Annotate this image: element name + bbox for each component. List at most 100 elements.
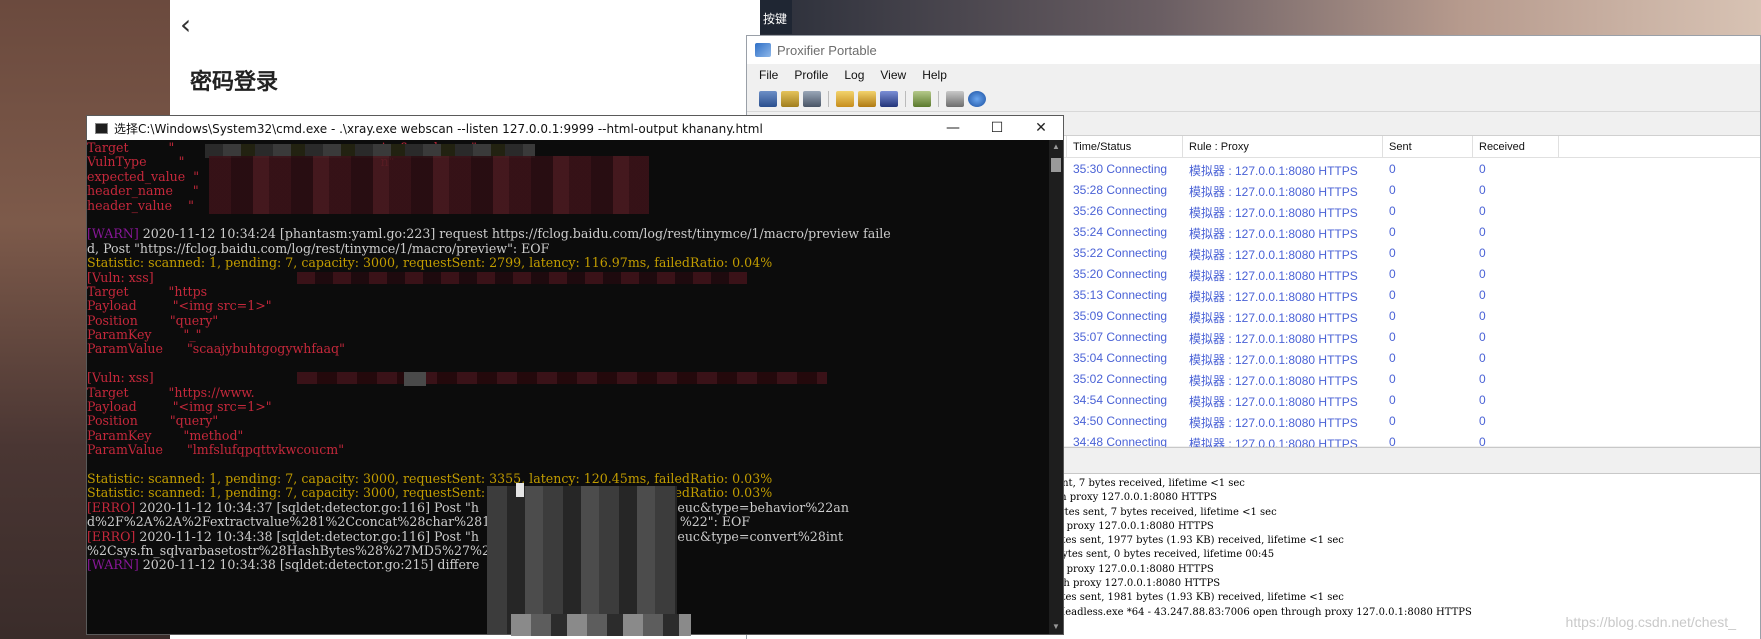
column-header-sent[interactable]: Sent bbox=[1383, 136, 1473, 157]
log-line: 156:7002 open through proxy 127.0.0.1:80… bbox=[947, 492, 1217, 504]
print-icon[interactable] bbox=[946, 90, 964, 107]
menu-profile[interactable]: Profile bbox=[794, 68, 828, 82]
log-line: .206:8080 close, 523 bytes sent, 0 bytes… bbox=[947, 549, 1275, 561]
cell-received: 0 bbox=[1479, 246, 1486, 260]
column-header-received[interactable]: Received bbox=[1473, 136, 1559, 157]
console-line: ParamKey "_" bbox=[87, 327, 202, 343]
cell-rule-proxy: 模拟器 : 127.0.0.1:8080 HTTPS bbox=[1189, 332, 1358, 346]
proxifier-titlebar[interactable]: Proxifier Portable bbox=[747, 36, 1760, 64]
console-line: Target "https bbox=[87, 283, 208, 299]
toolbar-separator bbox=[938, 90, 939, 107]
cell-received: 0 bbox=[1479, 309, 1486, 323]
cell-time-status: 34:54 Connecting bbox=[1073, 393, 1168, 407]
cell-received: 0 bbox=[1479, 330, 1486, 344]
proxifier-menubar: File Profile Log View Help bbox=[747, 64, 1760, 86]
console-line: Position "query" bbox=[87, 312, 219, 328]
page-title: 密码登录 bbox=[190, 70, 279, 95]
column-header-time-status[interactable]: Time/Status bbox=[1067, 136, 1183, 157]
statistics-icon[interactable] bbox=[803, 90, 821, 107]
console-line: Statistic: scanned: 1, pending: 7, capac… bbox=[87, 470, 773, 486]
cell-sent: 0 bbox=[1389, 183, 1396, 197]
scroll-down-icon[interactable]: ▼ bbox=[1049, 620, 1063, 634]
proxy-servers-icon[interactable] bbox=[913, 90, 931, 107]
connections-icon[interactable] bbox=[759, 90, 777, 107]
cell-rule-proxy: 模拟器 : 127.0.0.1:8080 HTTPS bbox=[1189, 185, 1358, 199]
watermark: https://blog.csdn.net/chest_ bbox=[1565, 614, 1736, 630]
cell-received: 0 bbox=[1479, 393, 1486, 407]
new-profile-icon[interactable] bbox=[836, 90, 854, 107]
console-line: Position "query" bbox=[87, 413, 219, 429]
cell-received: 0 bbox=[1479, 351, 1486, 365]
cell-time-status: 35:09 Connecting bbox=[1073, 309, 1168, 323]
minimize-button[interactable]: — bbox=[931, 116, 975, 140]
traffic-icon[interactable] bbox=[781, 90, 799, 107]
log-line: .252:443 open through proxy 127.0.0.1:80… bbox=[947, 563, 1214, 575]
proxifier-logo-icon bbox=[755, 43, 771, 57]
toolbar-separator bbox=[905, 90, 906, 107]
log-level-tag: [ERRO] bbox=[87, 499, 136, 515]
cell-time-status: 35:20 Connecting bbox=[1073, 267, 1168, 281]
cell-sent: 0 bbox=[1389, 267, 1396, 281]
window-controls: — ☐ ✕ bbox=[931, 116, 1063, 140]
cell-rule-proxy: 模拟器 : 127.0.0.1:8080 HTTPS bbox=[1189, 269, 1358, 283]
console-line: ParamKey "method" bbox=[87, 427, 244, 443]
maximize-button[interactable]: ☐ bbox=[975, 116, 1019, 140]
desktop-background-right bbox=[760, 0, 1761, 36]
scroll-thumb[interactable] bbox=[1051, 158, 1061, 172]
cell-rule-proxy: 模拟器 : 127.0.0.1:8080 HTTPS bbox=[1189, 416, 1358, 430]
cmd-titlebar[interactable]: 选择C:\Windows\System32\cmd.exe - .\xray.e… bbox=[87, 116, 1063, 140]
proxifier-toolbar bbox=[747, 86, 1760, 112]
cell-time-status: 35:07 Connecting bbox=[1073, 330, 1168, 344]
console-line: [WARN] 2020-11-12 10:34:24 [phantasm:yam… bbox=[87, 227, 1050, 241]
menu-log[interactable]: Log bbox=[844, 68, 864, 82]
scroll-up-icon[interactable]: ▲ bbox=[1049, 140, 1063, 154]
cell-received: 0 bbox=[1479, 204, 1486, 218]
cell-rule-proxy: 模拟器 : 127.0.0.1:8080 HTTPS bbox=[1189, 353, 1358, 367]
cell-received: 0 bbox=[1479, 225, 1486, 239]
menu-file[interactable]: File bbox=[759, 68, 778, 82]
redaction-mosaic bbox=[209, 156, 649, 214]
cell-time-status: 35:24 Connecting bbox=[1073, 225, 1168, 239]
console-scrollbar[interactable]: ▲ ▼ bbox=[1049, 140, 1063, 634]
console-line: ParamValue "lmfslufqpqttvkwcoucm" bbox=[87, 442, 344, 458]
cell-received: 0 bbox=[1479, 288, 1486, 302]
redaction-mosaic bbox=[297, 272, 747, 284]
redaction-mosaic bbox=[487, 486, 677, 634]
menu-view[interactable]: View bbox=[880, 68, 906, 82]
log-line: .206:8080 open through proxy 127.0.0.1:8… bbox=[947, 578, 1221, 590]
proxifier-title: Proxifier Portable bbox=[777, 42, 877, 58]
close-button[interactable]: ✕ bbox=[1019, 116, 1063, 140]
log-line: .241:443 close, 226 bytes sent, 1977 byt… bbox=[947, 535, 1344, 547]
log-line: 1:53 close, 39 bytes sent, 7 bytes recei… bbox=[947, 478, 1245, 489]
text-cursor bbox=[516, 483, 524, 497]
log-line: .252:443 close, 228 bytes sent, 1981 byt… bbox=[947, 592, 1344, 604]
menu-help[interactable]: Help bbox=[922, 68, 947, 82]
column-header-rule-proxy[interactable]: Rule : Proxy bbox=[1183, 136, 1383, 157]
cell-rule-proxy: 模拟器 : 127.0.0.1:8080 HTTPS bbox=[1189, 227, 1358, 241]
cell-rule-proxy: 模拟器 : 127.0.0.1:8080 HTTPS bbox=[1189, 395, 1358, 409]
open-profile-icon[interactable] bbox=[858, 90, 876, 107]
console-line: Payload "<img src=1>" bbox=[87, 399, 272, 415]
cell-received: 0 bbox=[1479, 372, 1486, 386]
console-line: Payload "<img src=1>" bbox=[87, 298, 272, 314]
cell-sent: 0 bbox=[1389, 246, 1396, 260]
cell-sent: 0 bbox=[1389, 393, 1396, 407]
key-mapping-tag[interactable]: 按键 bbox=[760, 0, 792, 34]
cell-rule-proxy: 模拟器 : 127.0.0.1:8080 HTTPS bbox=[1189, 290, 1358, 304]
cell-sent: 0 bbox=[1389, 372, 1396, 386]
cell-time-status: 35:02 Connecting bbox=[1073, 372, 1168, 386]
cell-sent: 0 bbox=[1389, 225, 1396, 239]
cmd-icon bbox=[95, 122, 108, 134]
cell-time-status: 35:13 Connecting bbox=[1073, 288, 1168, 302]
console-line: d, Post "https://fclog.baidu.com/log/res… bbox=[87, 240, 550, 256]
save-profile-icon[interactable] bbox=[880, 90, 898, 107]
back-icon[interactable]: ‹ bbox=[180, 8, 191, 41]
cell-rule-proxy: 模拟器 : 127.0.0.1:8080 HTTPS bbox=[1189, 164, 1358, 178]
cell-rule-proxy: 模拟器 : 127.0.0.1:8080 HTTPS bbox=[1189, 311, 1358, 325]
cell-rule-proxy: 模拟器 : 127.0.0.1:8080 HTTPS bbox=[1189, 248, 1358, 262]
redaction-mosaic bbox=[511, 614, 691, 636]
help-icon[interactable] bbox=[968, 90, 986, 107]
cell-time-status: 34:50 Connecting bbox=[1073, 414, 1168, 428]
